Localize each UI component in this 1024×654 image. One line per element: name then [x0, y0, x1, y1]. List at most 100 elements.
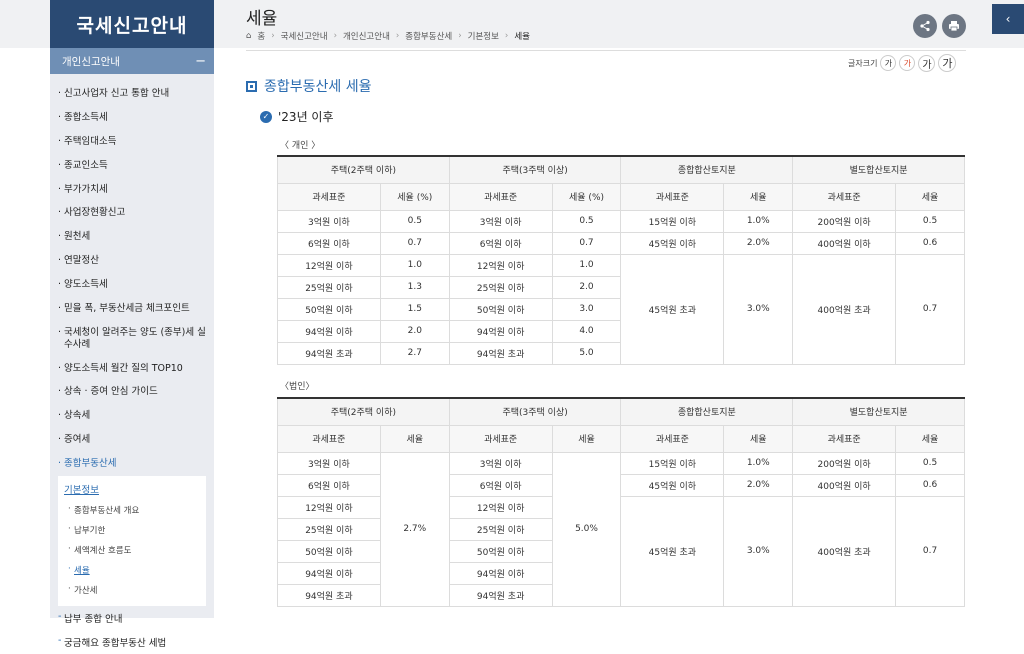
column-header: 과세표준	[792, 424, 897, 453]
table-row: 6억원 이하 0.7 6억원 이하 0.7 45억원 이하 2.0% 400억원…	[277, 231, 965, 255]
table-header-row: 주택(2주택 이하) 주택(3주택 이상) 종합합산토지분 별도합산토지분	[277, 397, 965, 426]
column-header: 세율 (%)	[551, 182, 622, 211]
column-group-header: 종합합산토지분	[620, 397, 794, 426]
chevron-left-icon[interactable]: ‹	[992, 4, 1024, 34]
sidebar-submenu: 기본정보 종합부동산세 개요 납부기한 세액계산 흐름도 세율 가산세	[58, 475, 206, 606]
column-header: 세율	[723, 424, 794, 453]
table-cell: 94억원 이하	[448, 319, 553, 343]
table-cell: 6억원 이하	[448, 231, 553, 255]
table-cell: 2.7%	[379, 451, 450, 607]
font-size-xlarge-button[interactable]: 가	[938, 54, 957, 72]
sidebar-item[interactable]: 양도소득세	[50, 273, 214, 297]
table-row: 12억원 이하 1.0 12억원 이하 1.0 45억원 초과 3.0% 400…	[277, 253, 965, 365]
table-cell: 2.0%	[723, 473, 794, 497]
submenu-item[interactable]: 세액계산 흐름도	[64, 540, 206, 560]
table-cell: 6억원 이하	[448, 473, 553, 497]
sidebar-item[interactable]: 국세청이 알려주는 양도 (종부)세 실수사례	[50, 321, 214, 357]
sidebar-menu: 신고사업자 신고 통합 안내 종합소득세 주택임대소득 종교인소득 부가가치세 …	[50, 74, 214, 476]
table-cell: 0.5	[551, 209, 622, 233]
table-cell: 0.5	[895, 209, 965, 233]
column-group-header: 종합합산토지분	[620, 155, 794, 184]
sidebar-item[interactable]: 증여세	[50, 428, 214, 452]
table-cell: 0.7	[551, 231, 622, 255]
submenu-head[interactable]: 기본정보	[64, 480, 206, 500]
font-size-control: 글자크기 가 가 가 가	[848, 54, 957, 72]
table-row: 3억원 이하 0.5 3억원 이하 0.5 15억원 이하 1.0% 200억원…	[277, 209, 965, 233]
font-size-small-button[interactable]: 가	[880, 55, 897, 71]
sidebar-item[interactable]: 양도소득세 월간 질의 TOP10	[50, 357, 214, 381]
sidebar-item-active[interactable]: 종합부동산세	[50, 452, 214, 476]
table-cell: 50억원 이하	[277, 297, 381, 321]
table-cell: 2.0	[379, 319, 450, 343]
table-cell: 50억원 이하	[448, 539, 553, 563]
collapse-icon[interactable]: −	[195, 54, 206, 69]
breadcrumb-item[interactable]: 기본정보	[468, 30, 499, 42]
sidebar-item[interactable]: 신고사업자 신고 통합 안내	[50, 82, 214, 106]
font-size-large-button[interactable]: 가	[918, 54, 936, 72]
submenu-item[interactable]: 종합부동산세 개요	[64, 500, 206, 520]
sidebar-title: 국세신고안내	[50, 0, 214, 48]
table-cell: 25억원 이하	[277, 517, 381, 541]
sidebar-item[interactable]: 종합소득세	[50, 106, 214, 130]
table-cell: 0.7	[379, 231, 450, 255]
sidebar-item[interactable]: 상속 · 증여 안심 가이드	[50, 380, 214, 404]
home-icon[interactable]: ⌂	[246, 31, 251, 41]
table-cell: 400억원 이하	[792, 473, 897, 497]
column-header: 세율 (%)	[379, 182, 450, 211]
table-cell: 15억원 이하	[620, 209, 725, 233]
corporate-rate-table: 주택(2주택 이하) 주택(3주택 이상) 종합합산토지분 별도합산토지분 과세…	[277, 397, 965, 607]
sidebar-item[interactable]: 궁금해요 종합부동산 세법	[50, 630, 214, 654]
table-cell: 3억원 이하	[277, 209, 381, 233]
breadcrumb-current: 세율	[514, 32, 530, 42]
sidebar-item[interactable]: 연말정산	[50, 249, 214, 273]
table-cell: 400억원 초과	[792, 495, 897, 607]
column-group-header: 주택(3주택 이상)	[448, 397, 622, 426]
sidebar-item[interactable]: 주택임대소득	[50, 130, 214, 154]
table-cell: 3.0%	[723, 495, 794, 607]
font-size-default-button[interactable]: 가	[899, 55, 916, 71]
breadcrumb: ⌂ 홈 › 국세신고안내 › 개인신고안내 › 종합부동산세 › 기본정보 › 세율	[246, 30, 530, 42]
column-header: 과세표준	[277, 424, 381, 453]
table-cell: 3억원 이하	[277, 451, 381, 475]
table-cell: 5.0	[551, 341, 622, 365]
breadcrumb-item[interactable]: 개인신고안내	[343, 30, 390, 42]
page-title: 세율	[246, 9, 278, 29]
sidebar-item[interactable]: 사업장현황신고	[50, 201, 214, 225]
share-icon[interactable]	[913, 14, 937, 38]
submenu-item[interactable]: 납부기한	[64, 520, 206, 540]
table-cell: 400억원 초과	[792, 253, 897, 365]
breadcrumb-item[interactable]: 종합부동산세	[405, 30, 452, 42]
section-title: 종합부동산세 세율	[246, 76, 372, 96]
table-cell: 45억원 초과	[620, 253, 725, 365]
table-cell: 25억원 이하	[448, 275, 553, 299]
breadcrumb-item[interactable]: 홈	[257, 30, 265, 42]
header-divider	[246, 50, 966, 51]
table-cell: 50억원 이하	[277, 539, 381, 563]
table-cell: 25억원 이하	[448, 517, 553, 541]
sidebar-item[interactable]: 원천세	[50, 225, 214, 249]
sidebar-item[interactable]: 상속세	[50, 404, 214, 428]
sidebar-category[interactable]: 개인신고안내 −	[50, 48, 214, 74]
table-subheader-row: 과세표준 세율 (%) 과세표준 세율 (%) 과세표준 세율 과세표준 세율	[277, 182, 965, 211]
column-header: 세율	[723, 182, 794, 211]
table-cell: 25억원 이하	[277, 275, 381, 299]
table-cell: 3.0%	[723, 253, 794, 365]
table-cell: 200억원 이하	[792, 209, 897, 233]
section-title-text: 종합부동산세 세율	[264, 79, 372, 95]
submenu-item-current[interactable]: 세율	[64, 560, 206, 580]
sidebar-item[interactable]: 종교인소득	[50, 154, 214, 178]
column-group-header: 주택(2주택 이하)	[277, 155, 450, 184]
table-cell: 400억원 이하	[792, 231, 897, 255]
column-header: 세율	[895, 182, 965, 211]
column-header: 과세표준	[448, 182, 553, 211]
table-cell: 94억원 이하	[277, 319, 381, 343]
table-cell: 0.5	[895, 451, 965, 475]
sidebar-item[interactable]: 부가가치세	[50, 178, 214, 202]
print-icon[interactable]	[942, 14, 966, 38]
sidebar-item[interactable]: 믿을 폭, 부동산세금 체크포인트	[50, 297, 214, 321]
sidebar: 국세신고안내 개인신고안내 − 신고사업자 신고 통합 안내 종합소득세 주택임…	[50, 0, 214, 649]
table-cell: 1.0%	[723, 209, 794, 233]
submenu-item[interactable]: 가산세	[64, 580, 206, 600]
breadcrumb-item[interactable]: 국세신고안내	[281, 30, 328, 42]
table-cell: 45억원 이하	[620, 473, 725, 497]
